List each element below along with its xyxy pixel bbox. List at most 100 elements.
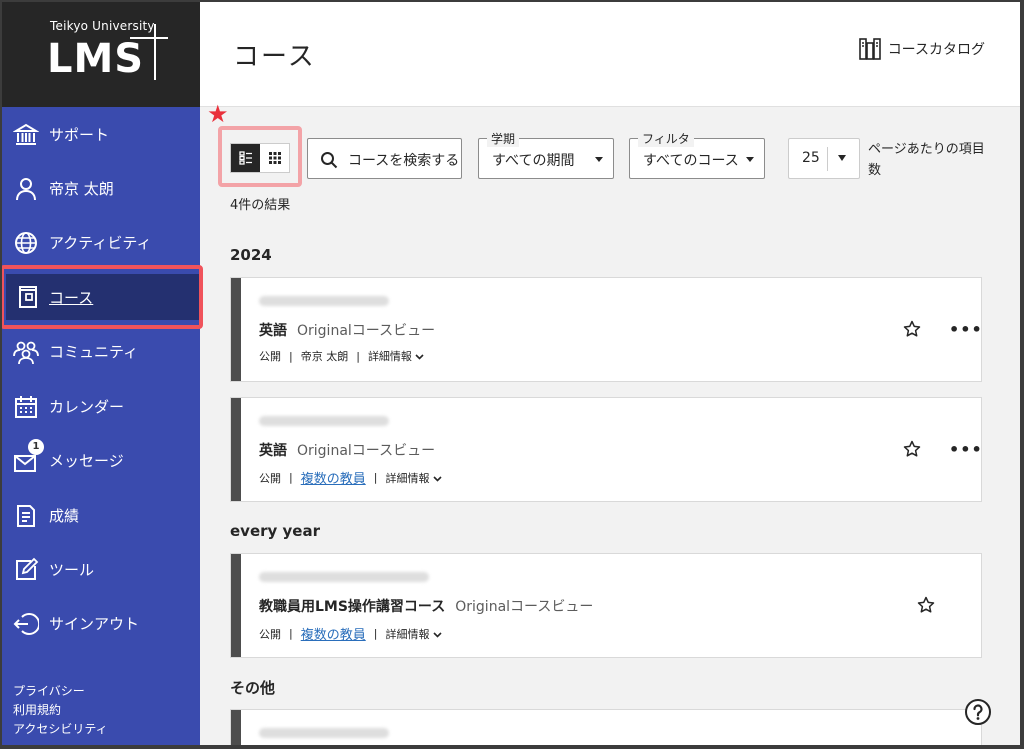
- sidebar-item-activity[interactable]: アクティビティ: [2, 218, 200, 266]
- grid-view-icon: [268, 152, 281, 164]
- filter-value: すべてのコース: [643, 153, 739, 169]
- course-card[interactable]: 教職員用LMS操作講習コース Originalコースビュー 公開 | 複数の教員 | …: [230, 553, 982, 658]
- course-meta: 公開 | 複数の教員 | 詳細情報: [259, 468, 442, 487]
- favorite-star-icon[interactable]: [917, 596, 935, 614]
- course-card[interactable]: [230, 709, 982, 745]
- course-catalog-link[interactable]: コースカタログ: [858, 37, 985, 61]
- term-label: 学期: [487, 130, 520, 147]
- page-header: コース コースカタログ: [200, 2, 1020, 107]
- bank-icon: [13, 123, 39, 145]
- per-page-label: ページあたりの項目数: [868, 142, 985, 178]
- sidebar-item-label: アクティビティ: [49, 233, 152, 252]
- chevron-down-icon: [595, 157, 603, 162]
- details-toggle[interactable]: 詳細情報: [368, 348, 425, 364]
- grades-icon: [17, 505, 35, 527]
- course-search-input[interactable]: コースを検索する: [307, 138, 462, 179]
- sidebar-item-support[interactable]: サポート: [2, 110, 200, 158]
- person-icon: [16, 178, 36, 201]
- meta-separator: |: [289, 349, 293, 363]
- sidebar-item-tools[interactable]: ツール: [2, 545, 200, 593]
- annotation-star-icon: ★: [207, 100, 229, 128]
- details-label: 詳細情報: [385, 471, 430, 485]
- course-card[interactable]: 英語 Originalコースビュー 公開 | 帝京 太朗 | 詳細情報 •••: [230, 277, 982, 382]
- course-name: 英語: [259, 323, 287, 339]
- list-view-icon: [238, 151, 252, 165]
- instructors-link[interactable]: 複数の教員: [301, 468, 366, 487]
- app-window: Teikyo University LMS サポート 帝京 太朗 アクティビティ…: [2, 2, 1020, 745]
- course-title[interactable]: 英語 Originalコースビュー: [259, 440, 435, 460]
- course-view-type: Originalコースビュー: [297, 443, 436, 459]
- logo-lms: LMS: [47, 36, 145, 82]
- favorite-star-icon[interactable]: [903, 440, 921, 458]
- list-view-button[interactable]: [231, 144, 260, 172]
- sidebar-footer: プライバシー 利用規約 アクセシビリティ: [13, 682, 108, 739]
- term-dropdown[interactable]: 学期 すべての期間: [478, 130, 614, 179]
- per-page-value: 25: [802, 150, 820, 166]
- signout-icon: [13, 613, 39, 635]
- logo-cross-horizontal: [130, 37, 168, 39]
- card-accent-bar: [231, 554, 241, 657]
- help-icon[interactable]: [964, 698, 992, 726]
- community-icon: [13, 341, 39, 365]
- more-options-icon[interactable]: •••: [949, 320, 983, 339]
- tools-icon: [16, 557, 39, 580]
- card-accent-bar: [231, 278, 241, 381]
- course-title[interactable]: 教職員用LMS操作講習コース Originalコースビュー: [259, 596, 593, 616]
- sidebar-item-community[interactable]: コミュニティ: [2, 327, 200, 375]
- chevron-down-icon: [838, 155, 846, 161]
- sidebar-item-messages[interactable]: 1 メッセージ: [2, 436, 200, 484]
- details-label: 詳細情報: [385, 627, 430, 641]
- search-placeholder: コースを検索する: [348, 153, 460, 169]
- course-status: 公開: [259, 350, 281, 363]
- course-instructor: 帝京 太朗: [300, 350, 349, 363]
- instructors-link[interactable]: 複数の教員: [301, 624, 366, 643]
- group-title: その他: [230, 679, 276, 697]
- search-icon: [321, 152, 338, 169]
- course-status: 公開: [259, 471, 281, 485]
- sidebar-item-label: サポート: [49, 125, 110, 144]
- course-card[interactable]: 英語 Originalコースビュー 公開 | 複数の教員 | 詳細情報 •••: [230, 397, 982, 502]
- sidebar-item-label: メッセージ: [49, 451, 124, 470]
- chevron-down-icon: [746, 157, 754, 162]
- sidebar-item-grades[interactable]: 成績: [2, 491, 200, 539]
- sidebar-item-signout[interactable]: サインアウト: [2, 599, 200, 647]
- grid-view-button[interactable]: [260, 144, 289, 172]
- privacy-link[interactable]: プライバシー: [13, 682, 108, 701]
- filter-dropdown[interactable]: フィルタ すべてのコース: [629, 130, 765, 179]
- course-title[interactable]: 英語 Originalコースビュー: [259, 320, 435, 340]
- chevron-down-icon: [433, 631, 442, 638]
- details-toggle[interactable]: 詳細情報: [385, 626, 442, 642]
- course-id-blurred: [259, 416, 389, 426]
- catalog-label: コースカタログ: [887, 42, 985, 58]
- sidebar-item-label: カレンダー: [49, 397, 125, 416]
- details-label: 詳細情報: [367, 350, 412, 363]
- course-view-type: Originalコースビュー: [297, 323, 436, 339]
- calendar-icon: [15, 396, 37, 418]
- lms-logo[interactable]: Teikyo University LMS: [2, 2, 200, 107]
- globe-icon: [15, 232, 37, 254]
- course-id-blurred: [259, 728, 389, 738]
- catalog-icon: [858, 38, 881, 60]
- per-page-divider: [827, 147, 828, 171]
- group-title: 2024: [230, 246, 272, 264]
- terms-link[interactable]: 利用規約: [13, 701, 108, 720]
- course-meta: 公開 | 複数の教員 | 詳細情報: [259, 624, 442, 643]
- favorite-star-icon[interactable]: [903, 320, 921, 338]
- sidebar-item-profile[interactable]: 帝京 太朗: [2, 164, 200, 212]
- course-id-blurred: [259, 296, 389, 306]
- sidebar-item-label: コミュニティ: [49, 342, 139, 361]
- sidebar-item-label: 成績: [49, 506, 80, 525]
- accessibility-link[interactable]: アクセシビリティ: [13, 720, 108, 739]
- sidebar-item-calendar[interactable]: カレンダー: [2, 382, 200, 430]
- course-id-blurred: [259, 572, 429, 582]
- course-status: 公開: [259, 627, 281, 641]
- logo-university: Teikyo University: [50, 19, 155, 33]
- course-name: 教職員用LMS操作講習コース: [259, 599, 446, 615]
- more-options-icon[interactable]: •••: [949, 440, 983, 459]
- per-page-select[interactable]: 25: [788, 138, 860, 179]
- details-toggle[interactable]: 詳細情報: [385, 470, 442, 486]
- term-value: すべての期間: [492, 153, 575, 169]
- courses-highlight-box: [2, 265, 203, 329]
- logo-cross-vertical: [154, 24, 156, 80]
- sidebar-item-label: 帝京 太朗: [49, 179, 114, 198]
